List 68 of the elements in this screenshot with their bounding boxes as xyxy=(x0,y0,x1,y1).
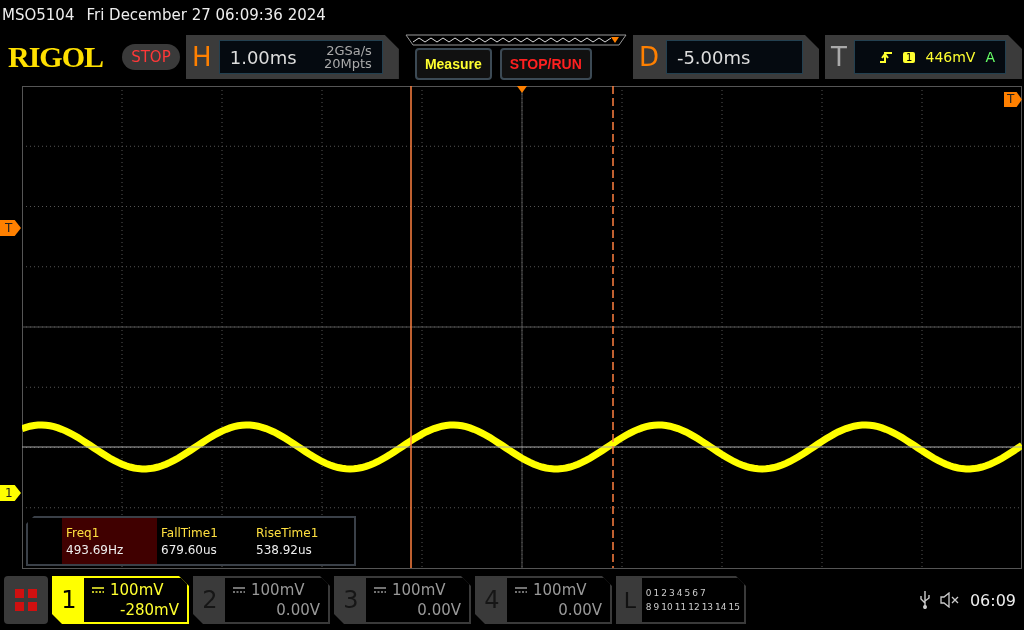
logic-bit: 1 xyxy=(653,588,660,598)
trigger-panel[interactable]: T 1 446mV A xyxy=(825,35,1022,79)
channel-offset: 0.00V xyxy=(416,600,461,620)
channel-scale: 100mV xyxy=(110,580,165,600)
logic-bit: 12 xyxy=(688,602,700,612)
channel-marker[interactable]: 1 xyxy=(0,485,21,501)
logic-bit: 2 xyxy=(661,588,667,598)
logic-bit: 0 xyxy=(645,588,652,598)
measurement-name: Freq1 xyxy=(66,525,101,540)
logic-bit: 5 xyxy=(684,588,691,598)
run-state-badge: STOP xyxy=(122,44,180,70)
trigger-source-badge: 1 xyxy=(903,51,916,63)
measurement-name: FallTime1 xyxy=(161,525,219,540)
clock-time: 06:09 xyxy=(969,590,1016,610)
stop-run-button[interactable]: STOP/RUN xyxy=(499,48,592,80)
logic-bit: 7 xyxy=(699,588,706,598)
date-time: Fri December 27 06:09:36 2024 xyxy=(86,6,326,24)
channel-offset: 0.00V xyxy=(557,600,602,620)
logic-bit: 8 xyxy=(645,602,652,612)
logic-bit: 11 xyxy=(674,602,687,612)
horizontal-label: H xyxy=(190,42,213,72)
mute-icon xyxy=(939,592,960,608)
trigger-position-icon[interactable] xyxy=(517,86,527,93)
measurement-item[interactable]: Freq1 493.69Hz xyxy=(62,518,157,564)
rising-edge-icon xyxy=(879,50,894,64)
logic-bit: 6 xyxy=(692,588,698,598)
channel-tab[interactable]: 1 100mV -280mV xyxy=(52,576,189,624)
timebase-value: 1.00ms xyxy=(229,46,297,68)
cursor-line[interactable] xyxy=(612,86,614,568)
measurement-value: 493.69Hz xyxy=(66,542,125,557)
usb-icon xyxy=(919,591,930,609)
grid-icon xyxy=(15,589,37,611)
dc-coupling-icon xyxy=(515,587,527,593)
logic-bit: 4 xyxy=(676,588,683,598)
logic-bit: 14 xyxy=(715,602,727,612)
logic-bit: 15 xyxy=(728,602,740,612)
channel-number: 1 xyxy=(60,585,78,616)
channel-offset: -280mV xyxy=(119,600,179,620)
measurement-value: 679.60us xyxy=(161,542,218,557)
delay-panel[interactable]: D -5.00ms xyxy=(632,35,819,79)
channel-scale: 100mV xyxy=(251,580,306,600)
dc-coupling-icon xyxy=(374,587,386,593)
trigger-marker[interactable]: T xyxy=(1004,92,1022,107)
trigger-level-marker[interactable]: T xyxy=(0,220,21,236)
sample-rate: 2GSa/s xyxy=(325,44,372,57)
dc-coupling-icon xyxy=(233,587,245,593)
delay-value: -5.00ms xyxy=(676,46,751,68)
measurement-name: RiseTime1 xyxy=(256,525,320,540)
delay-label: D xyxy=(637,42,660,72)
measurement-item[interactable]: FallTime1 679.60us xyxy=(157,518,252,564)
trigger-mode: A xyxy=(985,49,995,65)
dc-coupling-icon xyxy=(92,587,104,593)
logic-bit: 10 xyxy=(661,602,673,612)
channel-scale: 100mV xyxy=(392,580,447,600)
channel-scale: 100mV xyxy=(533,580,588,600)
measure-button[interactable]: Measure xyxy=(414,48,492,80)
channel-offset: 0.00V xyxy=(275,600,320,620)
brand-logo: RIGOL xyxy=(8,40,105,74)
measurement-item[interactable]: RiseTime1 538.92us xyxy=(252,518,347,564)
horizontal-panel[interactable]: H 1.00ms 2GSa/s 20Mpts xyxy=(185,35,399,79)
trigger-label: T xyxy=(830,42,848,72)
memory-depth: 20Mpts xyxy=(324,57,372,70)
model-name: MSO5104 xyxy=(2,6,75,24)
trigger-level: 446mV xyxy=(925,49,976,65)
logic-bit: 3 xyxy=(669,588,675,598)
measurement-value: 538.92us xyxy=(256,542,313,557)
logic-bit: 13 xyxy=(701,602,714,612)
logic-bit: 9 xyxy=(653,602,660,612)
